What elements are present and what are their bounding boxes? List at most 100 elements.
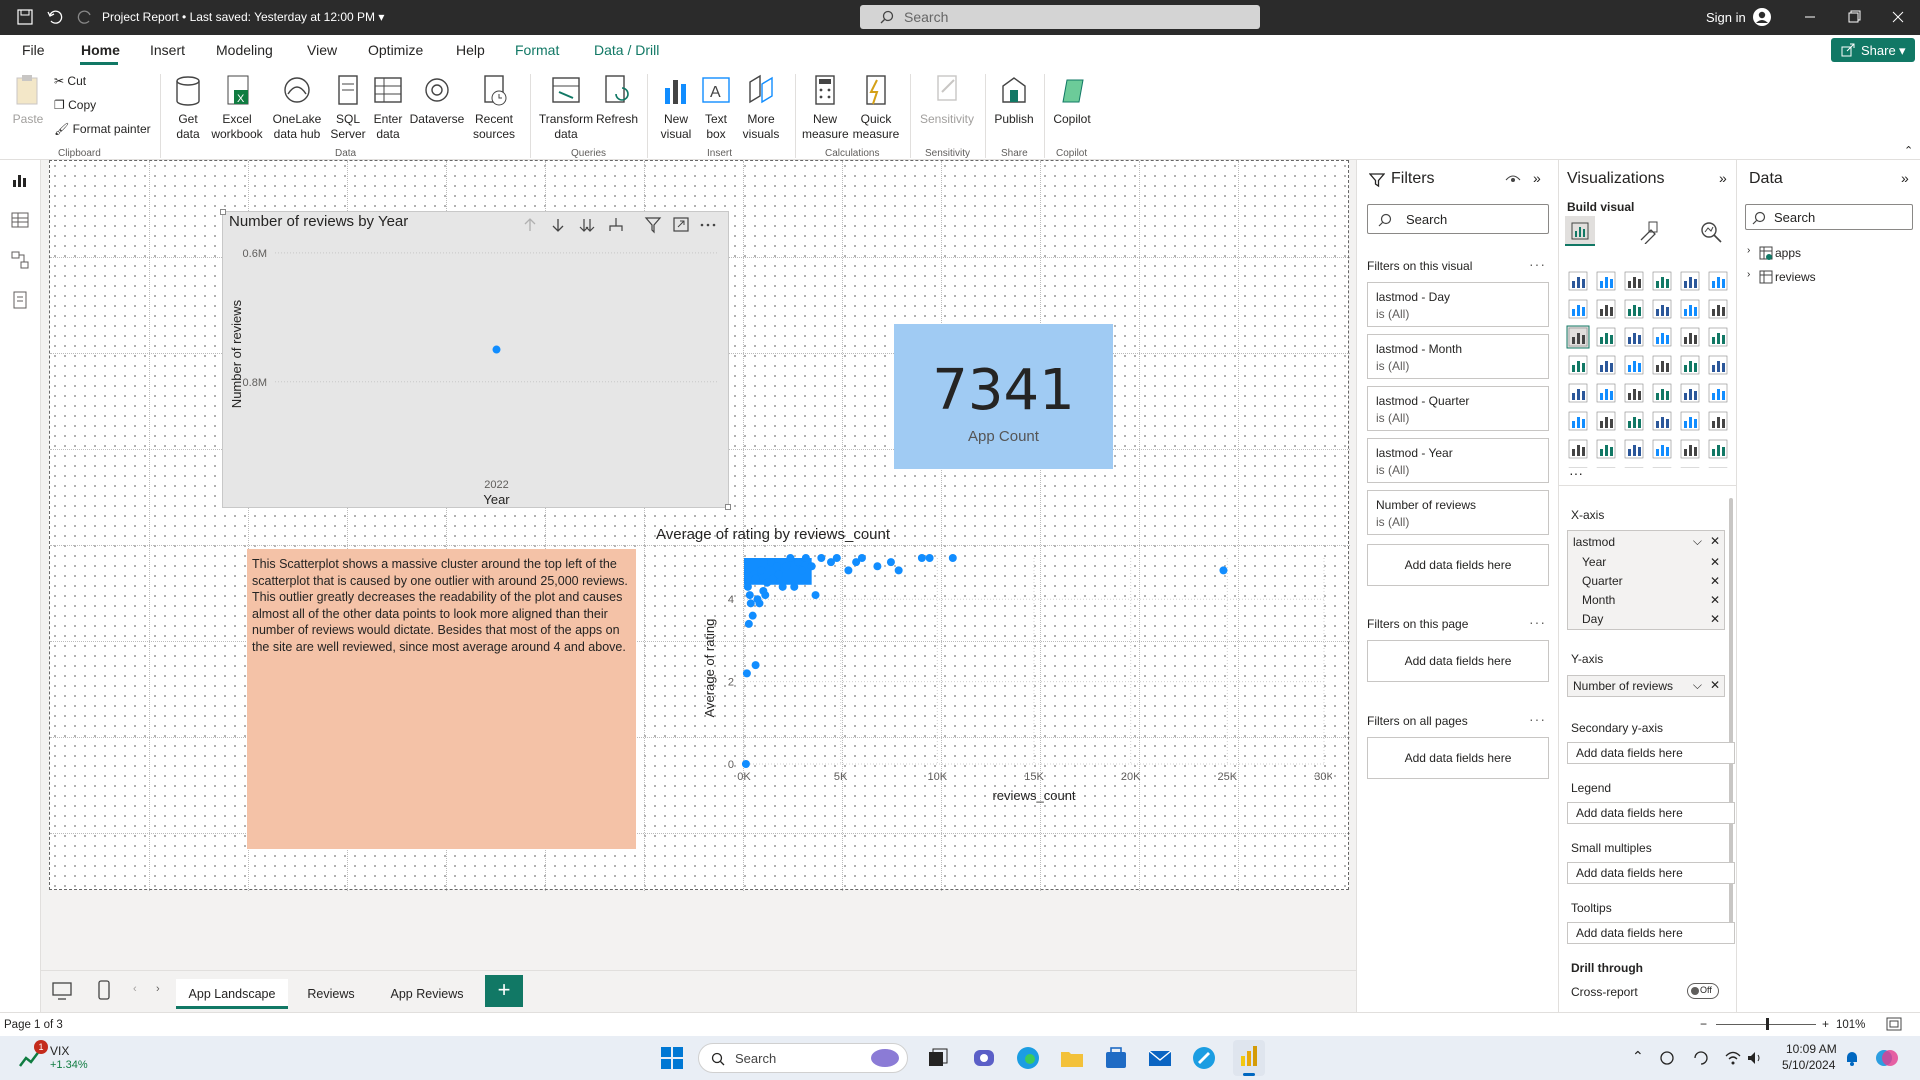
tab-format[interactable]: Format bbox=[515, 42, 559, 58]
enter-data-button[interactable]: Enter data bbox=[370, 72, 406, 142]
clock-date[interactable]: 5/10/2024 bbox=[1782, 1058, 1835, 1072]
eye-icon[interactable] bbox=[1505, 174, 1521, 186]
visual-type-icon[interactable] bbox=[1680, 355, 1700, 375]
refresh-sync-icon[interactable] bbox=[1692, 1049, 1710, 1067]
fit-to-page-icon[interactable] bbox=[1886, 1017, 1902, 1031]
network-sync-icon[interactable] bbox=[1658, 1049, 1676, 1067]
collapse-pane-icon[interactable]: » bbox=[1533, 170, 1541, 186]
add-visual-filter-drop[interactable]: Add data fields here bbox=[1367, 544, 1549, 586]
visual-type-icon[interactable] bbox=[1596, 439, 1616, 459]
visual-type-icon[interactable] bbox=[1708, 439, 1728, 459]
copy-button[interactable]: ❐ Copy bbox=[54, 98, 96, 112]
tab-modeling[interactable]: Modeling bbox=[216, 42, 273, 58]
visual-type-icon[interactable] bbox=[1596, 355, 1616, 375]
filter-card-lastmod-quarter[interactable]: lastmod - Quarter is (All) bbox=[1367, 386, 1549, 431]
tab-data-drill[interactable]: Data / Drill bbox=[594, 42, 659, 58]
visual-type-icon[interactable] bbox=[1708, 327, 1728, 347]
visual-type-icon[interactable] bbox=[1652, 383, 1672, 403]
visual-type-icon[interactable] bbox=[1624, 327, 1644, 347]
report-page[interactable]: Number of reviews by Year 0.8M 0.6M 2022 Ye… bbox=[49, 160, 1350, 891]
visual-type-icon[interactable] bbox=[1568, 355, 1588, 375]
sql-server-button[interactable]: SQL Server bbox=[330, 72, 366, 142]
collapse-ribbon-icon[interactable]: ⌃ bbox=[1904, 144, 1913, 157]
visual-type-icon[interactable] bbox=[1624, 383, 1644, 403]
tab-help[interactable]: Help bbox=[456, 42, 485, 58]
format-visual-icon[interactable] bbox=[1637, 220, 1661, 244]
visual-type-icon[interactable] bbox=[1596, 271, 1616, 291]
more-visuals-icon[interactable]: ··· bbox=[1569, 465, 1583, 481]
filter-card-lastmod-day[interactable]: lastmod - Day is (All) bbox=[1367, 282, 1549, 327]
table-view-icon[interactable] bbox=[10, 210, 30, 230]
taskbar-search[interactable]: Search bbox=[698, 1043, 908, 1073]
redo-icon[interactable] bbox=[76, 8, 94, 26]
more-options-icon[interactable]: ··· bbox=[1529, 256, 1546, 272]
more-visuals-button[interactable]: More visuals bbox=[738, 72, 784, 142]
store-icon[interactable] bbox=[1102, 1044, 1130, 1072]
visual-type-icon[interactable] bbox=[1624, 355, 1644, 375]
visual-type-icon[interactable] bbox=[1596, 327, 1616, 347]
zoom-in-icon[interactable]: + bbox=[1822, 1017, 1829, 1031]
page-tab-reviews[interactable]: Reviews bbox=[293, 979, 369, 1009]
teams-icon[interactable] bbox=[970, 1044, 998, 1072]
onelake-button[interactable]: OneLake data hub bbox=[266, 72, 328, 142]
visual-type-icon[interactable] bbox=[1568, 271, 1588, 291]
text-box-button[interactable]: A Text box bbox=[698, 72, 734, 142]
task-view-icon[interactable] bbox=[924, 1044, 952, 1072]
more-options-icon[interactable]: ··· bbox=[1529, 711, 1546, 727]
resize-handle[interactable] bbox=[220, 209, 226, 215]
share-button[interactable]: Share ▾ bbox=[1831, 38, 1915, 62]
volume-icon[interactable] bbox=[1746, 1049, 1764, 1067]
visual-type-icon[interactable] bbox=[1624, 299, 1644, 319]
visual-type-icon[interactable] bbox=[1680, 383, 1700, 403]
chevron-up-icon[interactable]: ⌃ bbox=[1632, 1048, 1644, 1065]
add-page-filter-drop[interactable]: Add data fields here bbox=[1367, 640, 1549, 682]
tooltips-drop[interactable]: Add data fields here bbox=[1567, 922, 1735, 944]
visual-type-icon[interactable] bbox=[1708, 271, 1728, 291]
paste-button[interactable]: Paste bbox=[10, 72, 46, 127]
text-box-visual[interactable]: This Scatterplot shows a massive cluster… bbox=[247, 549, 636, 849]
expand-all-down-icon[interactable] bbox=[579, 219, 595, 232]
resize-handle[interactable] bbox=[725, 504, 731, 510]
visual-type-icon[interactable] bbox=[1652, 271, 1672, 291]
visual-type-icon[interactable] bbox=[1652, 355, 1672, 375]
app-icon[interactable] bbox=[1190, 1044, 1218, 1072]
save-icon[interactable] bbox=[16, 8, 34, 26]
visual-type-icon[interactable] bbox=[1680, 439, 1700, 459]
visual-type-icon[interactable] bbox=[1652, 299, 1672, 319]
excel-workbook-button[interactable]: X Excel workbook bbox=[210, 72, 264, 142]
dataverse-button[interactable]: Dataverse bbox=[408, 72, 466, 127]
filter-icon[interactable] bbox=[644, 217, 662, 234]
quick-measure-button[interactable]: Quick measure bbox=[850, 72, 902, 142]
remove-field-icon[interactable]: ✕ bbox=[1710, 593, 1720, 607]
remove-field-icon[interactable]: ✕ bbox=[1710, 678, 1720, 692]
build-visual-tab[interactable] bbox=[1565, 216, 1595, 246]
undo-icon[interactable] bbox=[46, 8, 64, 26]
format-painter-button[interactable]: 🖌 Format painter bbox=[54, 122, 151, 136]
visual-type-icon[interactable] bbox=[1568, 299, 1588, 319]
drill-down-icon[interactable] bbox=[552, 219, 564, 232]
add-report-filter-drop[interactable]: Add data fields here bbox=[1367, 737, 1549, 779]
focus-mode-icon[interactable] bbox=[673, 217, 689, 232]
legend-drop[interactable]: Add data fields here bbox=[1567, 802, 1735, 824]
chevron-right-icon[interactable]: › bbox=[1747, 269, 1750, 280]
dax-query-icon[interactable] bbox=[10, 290, 30, 310]
more-options-icon[interactable]: ··· bbox=[1529, 614, 1546, 630]
drill-up-icon[interactable] bbox=[524, 218, 536, 231]
edge-icon[interactable] bbox=[1014, 1044, 1042, 1072]
cut-button[interactable]: ✂ Cut bbox=[54, 74, 86, 88]
stock-widget[interactable]: 1 VIX +1.34% bbox=[16, 1040, 116, 1074]
filter-card-lastmod-month[interactable]: lastmod - Month is (All) bbox=[1367, 334, 1549, 379]
secondary-y-axis-drop[interactable]: Add data fields here bbox=[1567, 742, 1735, 764]
new-visual-button[interactable]: New visual bbox=[656, 72, 696, 142]
sensitivity-button[interactable]: Sensitivity bbox=[918, 72, 976, 127]
chevron-down-icon[interactable]: ⌵ bbox=[1693, 534, 1702, 549]
remove-field-icon[interactable]: ✕ bbox=[1710, 574, 1720, 588]
visual-type-icon[interactable] bbox=[1680, 327, 1700, 347]
clock-time[interactable]: 10:09 AM bbox=[1786, 1042, 1837, 1056]
tab-file[interactable]: File bbox=[22, 42, 45, 58]
sign-in-link[interactable]: Sign in bbox=[1706, 10, 1746, 25]
copilot-button[interactable]: Copilot bbox=[1050, 72, 1094, 127]
collapse-pane-icon[interactable]: » bbox=[1901, 170, 1909, 186]
page-tab-app-reviews[interactable]: App Reviews bbox=[377, 979, 477, 1009]
small-multiples-drop[interactable]: Add data fields here bbox=[1567, 862, 1735, 884]
